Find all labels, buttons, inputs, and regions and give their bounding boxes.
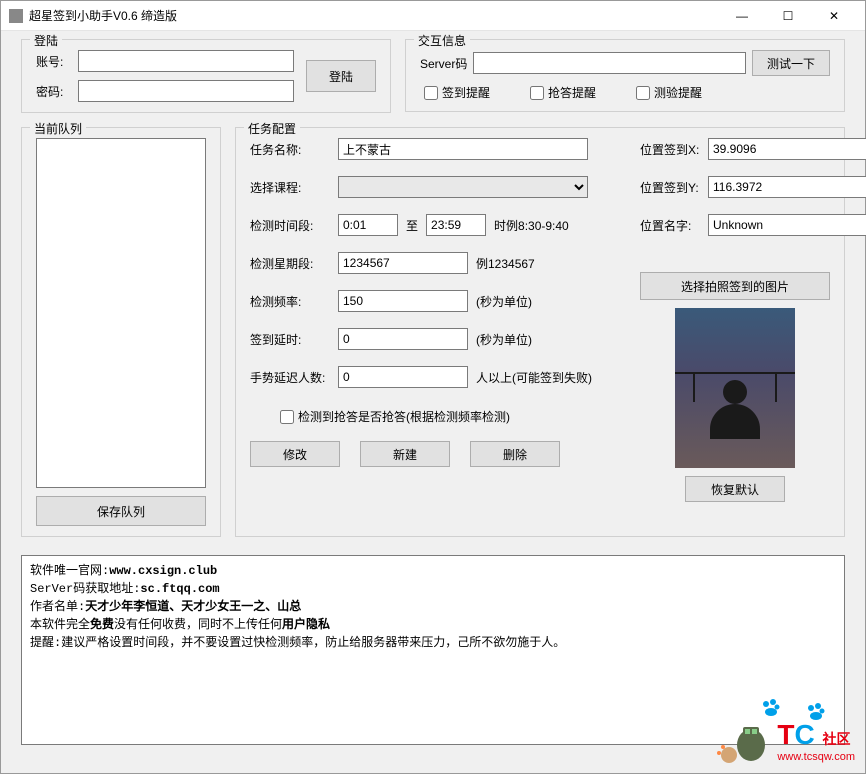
password-input[interactable]: [78, 80, 294, 102]
pos-name-label: 位置名字:: [640, 217, 700, 234]
window-title: 超星签到小助手V0.6 缔造版: [29, 7, 719, 24]
week-label: 检测星期段:: [250, 255, 330, 272]
test-button[interactable]: 测试一下: [752, 50, 830, 76]
app-window: 超星签到小助手V0.6 缔造版 — ☐ ✕ 登陆 账号: 密码:: [0, 0, 866, 774]
restore-button[interactable]: 恢复默认: [685, 476, 785, 502]
titlebar: 超星签到小助手V0.6 缔造版 — ☐ ✕: [1, 1, 865, 31]
freq-label: 检测频率:: [250, 293, 330, 310]
login-group: 登陆 账号: 密码: 登陆: [21, 39, 391, 113]
account-input[interactable]: [78, 50, 294, 72]
task-name-input[interactable]: [338, 138, 588, 160]
task-name-label: 任务名称:: [250, 141, 330, 158]
minimize-button[interactable]: —: [719, 1, 765, 31]
pos-y-label: 位置签到Y:: [640, 179, 700, 196]
new-button[interactable]: 新建: [360, 441, 450, 467]
time-label: 检测时间段:: [250, 217, 330, 234]
modify-button[interactable]: 修改: [250, 441, 340, 467]
pos-y-input[interactable]: [708, 176, 866, 198]
time-end-input[interactable]: [426, 214, 486, 236]
mascot-icon: [711, 717, 771, 765]
pos-x-input[interactable]: [708, 138, 866, 160]
interaction-group: 交互信息 Server码 测试一下 签到提醒 抢答提醒 测验提醒: [405, 39, 845, 112]
queue-list[interactable]: [36, 138, 206, 488]
time-start-input[interactable]: [338, 214, 398, 236]
server-label: Server码: [420, 55, 467, 72]
autograb-checkbox[interactable]: 检测到抢答是否抢答(根据检测频率检测): [280, 408, 510, 425]
sign-remind-checkbox[interactable]: 签到提醒: [424, 84, 490, 101]
week-input[interactable]: [338, 252, 468, 274]
queue-group: 当前队列 保存队列: [21, 127, 221, 537]
save-queue-button[interactable]: 保存队列: [36, 496, 206, 526]
course-select[interactable]: [338, 176, 588, 198]
answer-remind-checkbox[interactable]: 抢答提醒: [530, 84, 596, 101]
delay-label: 签到延时:: [250, 331, 330, 348]
login-button[interactable]: 登陆: [306, 60, 376, 92]
server-input[interactable]: [473, 52, 746, 74]
course-label: 选择课程:: [250, 179, 330, 196]
account-label: 账号:: [36, 53, 72, 70]
password-label: 密码:: [36, 83, 72, 100]
photo-button[interactable]: 选择拍照签到的图片: [640, 272, 830, 300]
app-icon: [9, 9, 23, 23]
task-group: 任务配置 任务名称: 选择课程: 检测时间段:: [235, 127, 845, 537]
freq-input[interactable]: [338, 290, 468, 312]
delete-button[interactable]: 删除: [470, 441, 560, 467]
gesture-input[interactable]: [338, 366, 468, 388]
test-remind-checkbox[interactable]: 测验提醒: [636, 84, 702, 101]
maximize-button[interactable]: ☐: [765, 1, 811, 31]
close-button[interactable]: ✕: [811, 1, 857, 31]
gesture-label: 手势延迟人数:: [250, 369, 330, 386]
delay-input[interactable]: [338, 328, 468, 350]
photo-preview: [675, 308, 795, 468]
pos-x-label: 位置签到X:: [640, 141, 700, 158]
pos-name-input[interactable]: [708, 214, 866, 236]
watermark: TC 社区 www.tcsqw.com: [711, 717, 855, 765]
